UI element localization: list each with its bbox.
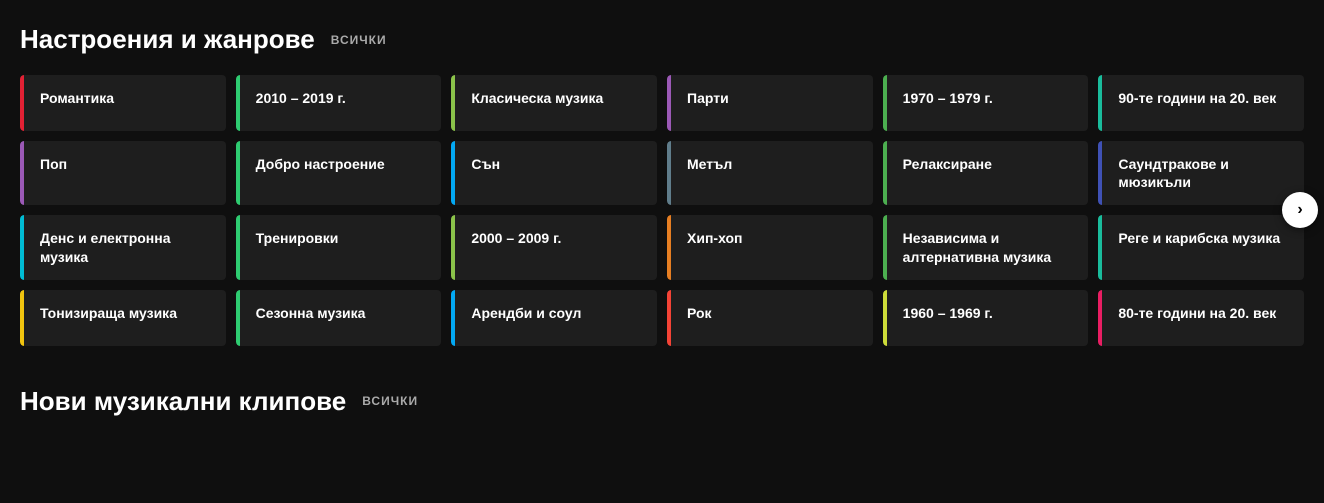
moods-header: Настроения и жанрове ВСИЧКИ xyxy=(20,24,1304,55)
genre-card-label: Рок xyxy=(683,304,712,322)
genre-card[interactable]: Тренировки xyxy=(236,215,442,279)
genre-card-label: Добро настроение xyxy=(252,155,385,173)
genre-card-label: Романтика xyxy=(36,89,114,107)
next-button[interactable]: › xyxy=(1282,192,1318,228)
genre-card-label: Независима и алтернативна музика xyxy=(899,229,1073,265)
genre-card[interactable]: Поп xyxy=(20,141,226,205)
genre-card-label: Арендби и соул xyxy=(467,304,581,322)
genre-card-label: Сезонна музика xyxy=(252,304,366,322)
genre-card[interactable]: Романтика xyxy=(20,75,226,131)
genre-card-label: Релаксиране xyxy=(899,155,992,173)
genre-card[interactable]: Денс и електронна музика xyxy=(20,215,226,279)
genre-card-label: Парти xyxy=(683,89,729,107)
genre-card[interactable]: 80-те години на 20. век xyxy=(1098,290,1304,346)
genre-card[interactable]: Реге и карибска музика xyxy=(1098,215,1304,279)
moods-grid-wrapper: Романтика 2010 – 2019 г. Класическа музика… xyxy=(20,75,1304,346)
genre-card[interactable]: Добро настроение xyxy=(236,141,442,205)
new-clips-section: Нови музикални клипове ВСИЧКИ xyxy=(0,362,1324,445)
moods-title: Настроения и жанрове xyxy=(20,24,315,55)
genre-card-label: Поп xyxy=(36,155,67,173)
genre-card[interactable]: Независима и алтернативна музика xyxy=(883,215,1089,279)
genre-card[interactable]: 90-те години на 20. век xyxy=(1098,75,1304,131)
new-clips-title: Нови музикални клипове xyxy=(20,386,346,417)
genre-card[interactable]: Тонизираща музика xyxy=(20,290,226,346)
genre-card[interactable]: Парти xyxy=(667,75,873,131)
genre-card-label: Саундтракове и мюзикъли xyxy=(1114,155,1288,191)
genre-card[interactable]: Саундтракове и мюзикъли xyxy=(1098,141,1304,205)
genre-card[interactable]: Сезонна музика xyxy=(236,290,442,346)
genre-card-label: Тренировки xyxy=(252,229,339,247)
genre-card[interactable]: Арендби и соул xyxy=(451,290,657,346)
genre-card-label: 2010 – 2019 г. xyxy=(252,89,346,107)
moods-grid: Романтика 2010 – 2019 г. Класическа музика… xyxy=(20,75,1304,346)
genre-card-label: 1970 – 1979 г. xyxy=(899,89,993,107)
genre-card-label: Тонизираща музика xyxy=(36,304,177,322)
genre-card[interactable]: Сън xyxy=(451,141,657,205)
new-clips-header: Нови музикални клипове ВСИЧКИ xyxy=(20,386,1304,417)
genre-card-label: 80-те години на 20. век xyxy=(1114,304,1276,322)
genre-card[interactable]: Метъл xyxy=(667,141,873,205)
genre-card-label: Денс и електронна музика xyxy=(36,229,210,265)
genre-card[interactable]: Хип-хоп xyxy=(667,215,873,279)
genre-card-label: Хип-хоп xyxy=(683,229,743,247)
new-clips-all-link[interactable]: ВСИЧКИ xyxy=(362,394,418,408)
genre-card[interactable]: 1960 – 1969 г. xyxy=(883,290,1089,346)
genre-card-label: Сън xyxy=(467,155,500,173)
genre-card[interactable]: 2010 – 2019 г. xyxy=(236,75,442,131)
genre-card-label: 1960 – 1969 г. xyxy=(899,304,993,322)
moods-all-link[interactable]: ВСИЧКИ xyxy=(331,33,387,47)
genre-card[interactable]: 2000 – 2009 г. xyxy=(451,215,657,279)
genre-card-label: Класическа музика xyxy=(467,89,603,107)
genre-card[interactable]: Класическа музика xyxy=(451,75,657,131)
genre-card-label: Реге и карибска музика xyxy=(1114,229,1280,247)
genre-card-label: Метъл xyxy=(683,155,732,173)
genre-card[interactable]: Релаксиране xyxy=(883,141,1089,205)
moods-section: Настроения и жанрове ВСИЧКИ Романтика 201… xyxy=(0,0,1324,362)
genre-card[interactable]: Рок xyxy=(667,290,873,346)
genre-card-label: 2000 – 2009 г. xyxy=(467,229,561,247)
genre-card[interactable]: 1970 – 1979 г. xyxy=(883,75,1089,131)
genre-card-label: 90-те години на 20. век xyxy=(1114,89,1276,107)
